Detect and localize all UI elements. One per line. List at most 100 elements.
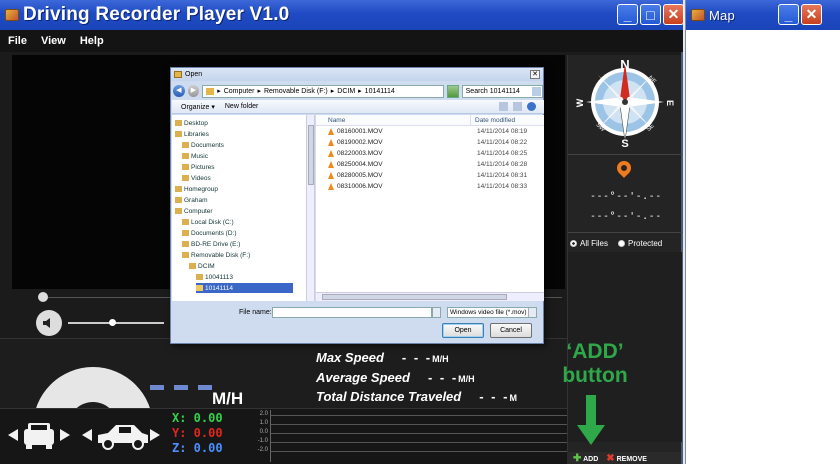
tree-item-label: Computer <box>184 207 213 215</box>
tree-item[interactable]: Homegroup <box>175 184 218 194</box>
forward-button[interactable]: ▶ <box>187 85 200 97</box>
gsensor-graph <box>270 410 567 462</box>
tree-item[interactable]: 10141114 <box>196 283 293 293</box>
address-bar[interactable]: ▸ Computer ▸ Removable Disk (F:) ▸ DCIM … <box>202 84 444 98</box>
file-name-cell: 08280005.MOV <box>316 172 471 179</box>
breadcrumb-drive[interactable]: Removable Disk (F:) <box>264 88 328 95</box>
tree-item[interactable]: Documents (D:) <box>182 228 237 238</box>
add-button[interactable]: ✚ ADD <box>573 453 598 464</box>
file-row[interactable]: 08310006.MOV 14/11/2014 08:33 <box>316 181 544 192</box>
volume-slider[interactable] <box>68 322 164 324</box>
tree-item[interactable]: DCIM <box>189 261 215 271</box>
organize-button[interactable]: Organize ▾ <box>181 103 215 111</box>
volume-button[interactable] <box>36 310 62 336</box>
tree-item[interactable]: Removable Disk (F:) <box>182 250 250 260</box>
file-name-text: 08220003.MOV <box>337 150 383 157</box>
filter-all-files[interactable]: All Files <box>570 239 608 248</box>
tree-item[interactable]: Local Disk (C:) <box>182 217 234 227</box>
tree-item[interactable]: Music <box>182 151 208 161</box>
file-type-value: Windows video file (*.mov) <box>450 308 527 316</box>
remove-button[interactable]: ✖ REMOVE <box>606 453 647 464</box>
dialog-title: Open <box>185 71 203 78</box>
compass-w-label: W <box>575 98 585 107</box>
vlc-cone-icon <box>328 128 334 135</box>
maximize-button[interactable]: □ <box>640 4 661 25</box>
file-row[interactable]: 08280005.MOV 14/11/2014 08:31 <box>316 170 544 181</box>
breadcrumb-dcim[interactable]: DCIM <box>337 88 355 95</box>
file-row[interactable]: 08190002.MOV 14/11/2014 08:22 <box>316 137 544 148</box>
file-hscrollbar[interactable] <box>316 292 544 301</box>
latitude-readout: ---°--'-.-- <box>590 191 662 202</box>
file-type-select[interactable]: Windows video file (*.mov) <box>447 306 537 318</box>
tree-item[interactable]: Pictures <box>182 162 214 172</box>
tree-item[interactable]: Desktop <box>175 118 208 128</box>
breadcrumb-computer[interactable]: Computer <box>224 88 255 95</box>
view-icon[interactable] <box>499 102 508 111</box>
open-button[interactable]: Open <box>442 323 484 338</box>
map-window-controls: _ ✕ <box>778 4 822 25</box>
folder-icon <box>174 71 182 78</box>
nav-scrollbar[interactable] <box>306 115 314 301</box>
file-name-input[interactable] <box>272 306 432 318</box>
close-button[interactable]: ✕ <box>663 4 684 25</box>
annotation-line1: ‘ADD’ <box>566 340 624 363</box>
breadcrumb-folder[interactable]: 10141114 <box>365 88 395 95</box>
column-date-header[interactable]: Date modified <box>471 115 515 126</box>
file-row[interactable]: 08160001.MOV 14/11/2014 08:19 <box>316 126 544 137</box>
folder-icon <box>182 252 189 258</box>
file-name-cell: 08160001.MOV <box>316 128 471 135</box>
compass-panel: N S W E NE NW SE SW <box>568 55 682 155</box>
folder-icon <box>182 175 189 181</box>
map-window: Map _ ✕ <box>685 0 840 464</box>
file-row[interactable]: 08220003.MOV 14/11/2014 08:25 <box>316 148 544 159</box>
tree-item-label: Removable Disk (F:) <box>191 251 251 259</box>
menu-file[interactable]: File <box>8 35 27 47</box>
map-close-button[interactable]: ✕ <box>801 4 822 25</box>
help-icon[interactable] <box>527 102 536 111</box>
breadcrumb-sep: ▸ <box>257 88 261 95</box>
tree-item[interactable]: Videos <box>182 173 211 183</box>
tree-item-label: Videos <box>191 174 211 182</box>
tree-item[interactable]: Libraries <box>175 129 209 139</box>
map-titlebar[interactable]: Map _ ✕ <box>686 0 840 30</box>
file-pane[interactable]: Name Date modified 08160001.MOV 14/11/201… <box>316 114 544 301</box>
map-minimize-button[interactable]: _ <box>778 4 799 25</box>
radio-icon <box>570 239 577 247</box>
tree-item[interactable]: Graham <box>175 195 207 205</box>
tree-item-label: Local Disk (C:) <box>191 218 234 226</box>
menu-help[interactable]: Help <box>80 35 104 47</box>
tree-item[interactable]: BD-RE Drive (E:) <box>182 239 240 249</box>
new-folder-button[interactable]: New folder <box>225 103 258 110</box>
tree-item-label: Libraries <box>184 130 209 138</box>
tree-item-label: Pictures <box>191 163 215 171</box>
search-input[interactable]: Search 10141114 <box>461 84 543 98</box>
add-label: ADD <box>583 455 599 463</box>
tree-item[interactable]: 10041113 <box>196 272 233 282</box>
menu-view[interactable]: View <box>41 35 66 47</box>
filter-protected[interactable]: Protected <box>618 239 662 248</box>
back-button[interactable]: ◀ <box>173 85 185 97</box>
folder-icon <box>182 142 189 148</box>
file-name-dropdown[interactable] <box>432 306 441 318</box>
dialog-close-button[interactable]: ✕ <box>530 70 540 79</box>
file-row[interactable]: 08250004.MOV 14/11/2014 08:28 <box>316 159 544 170</box>
refresh-icon[interactable] <box>446 84 459 98</box>
gsensor-readout: X: 0.00 Y: 0.00 Z: 0.00 <box>172 410 250 464</box>
column-name-header[interactable]: Name <box>316 114 471 126</box>
volume-handle[interactable] <box>109 319 116 326</box>
preview-pane-icon[interactable] <box>513 102 522 111</box>
cancel-button[interactable]: Cancel <box>490 323 532 338</box>
file-date-cell: 14/11/2014 08:22 <box>477 139 528 146</box>
scrubber-handle[interactable] <box>38 292 48 302</box>
navigation-pane[interactable]: Desktop Libraries Documents Music Pictures Vi… <box>172 115 315 301</box>
file-name-cell: 08220003.MOV <box>316 150 471 157</box>
minimize-button[interactable]: _ <box>617 4 638 25</box>
dialog-titlebar[interactable]: Open <box>171 68 543 81</box>
folder-icon <box>196 285 203 291</box>
app-titlebar[interactable]: Driving Recorder Player V1.0 _ □ ✕ <box>0 0 684 30</box>
tree-item[interactable]: Computer <box>175 206 213 216</box>
tree-item[interactable]: Documents <box>182 140 224 150</box>
file-rows: 08160001.MOV 14/11/2014 08:19 08190002.MOV… <box>316 126 544 192</box>
folder-icon <box>196 274 203 280</box>
max-speed-stat: Max Speed - - -M/H <box>316 350 449 365</box>
